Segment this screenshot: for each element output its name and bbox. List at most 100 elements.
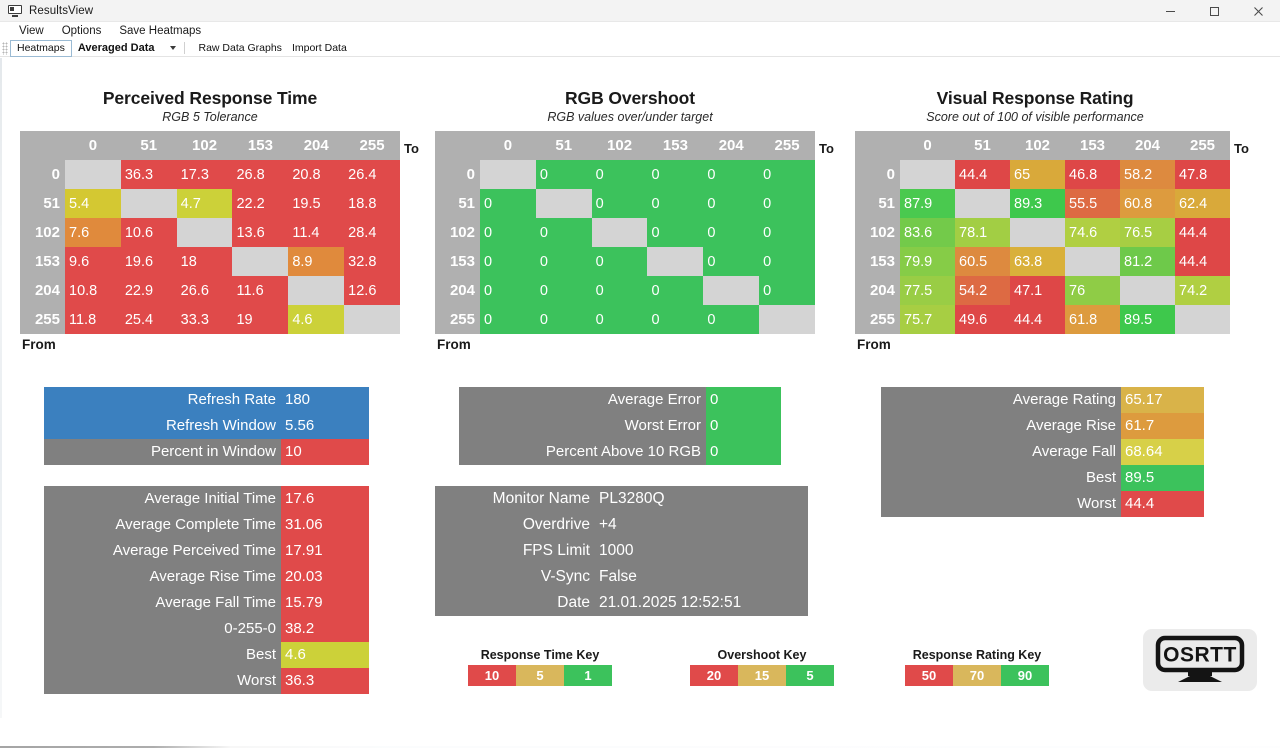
heatmap-col-header: 102	[592, 131, 648, 160]
heatmap-cell: 33.3	[177, 305, 233, 334]
chevron-down-icon	[170, 46, 176, 50]
heatmap-cell: 0	[536, 160, 592, 189]
panel-row-value: 31.06	[281, 512, 369, 538]
heatmap-cell: 18.8	[344, 189, 400, 218]
tab-heatmaps[interactable]: Heatmaps	[10, 40, 72, 57]
heatmap-cell: 9.6	[65, 247, 121, 276]
heatmap-cell: 18	[177, 247, 233, 276]
heatmap-cell: 60.8	[1120, 189, 1175, 218]
heatmap-row-header: 204	[435, 276, 480, 305]
heatmap-col-header: 153	[647, 131, 703, 160]
heatmap-cell: 87.9	[900, 189, 955, 218]
heatmap-to-label-1: To	[819, 141, 834, 156]
heatmap-cell-diagonal	[480, 160, 536, 189]
window-controls	[1148, 0, 1280, 22]
panel-row-label: Average Fall	[881, 439, 1121, 465]
heatmap-col-header: 255	[759, 131, 815, 160]
tab-import-data[interactable]: Import Data	[287, 41, 352, 55]
heatmap-row-header: 153	[855, 247, 900, 276]
panel-row-value: 20.03	[281, 564, 369, 590]
heatmap-cell: 49.6	[955, 305, 1010, 334]
panel-row-value: 38.2	[281, 616, 369, 642]
panel-row-value: 15.79	[281, 590, 369, 616]
dataset-dropdown-value: Averaged Data	[78, 42, 155, 54]
heatmap-cell: 0	[480, 305, 536, 334]
monitor-info-panel: Monitor NamePL3280QOverdrive+4FPS Limit1…	[435, 486, 808, 616]
heatmap-grid-visual-response-rating: 051102153204255044.46546.858.247.85187.9…	[855, 131, 1230, 334]
heatmap-cell: 19	[232, 305, 288, 334]
heatmap-cell: 0	[703, 160, 759, 189]
menu-item-save-heatmaps[interactable]: Save Heatmaps	[110, 24, 210, 38]
heatmap-to-label-2: To	[1234, 141, 1249, 156]
panel-row-label: Refresh Rate	[44, 387, 281, 413]
overshoot-key-swatches: 20155	[690, 665, 834, 686]
heatmap-cell: 44.4	[1010, 305, 1065, 334]
panel-row-label: Worst	[44, 668, 281, 694]
heatmap-cell: 0	[647, 160, 703, 189]
heatmap-cell: 11.6	[232, 276, 288, 305]
heatmap-cell: 0	[592, 160, 648, 189]
panel-row-value: 61.7	[1121, 413, 1204, 439]
window-title: ResultsView	[29, 5, 93, 17]
panel-row-value: 1000	[595, 538, 808, 564]
panel-row-value: 17.91	[281, 538, 369, 564]
maximize-button[interactable]	[1192, 0, 1236, 22]
key-swatch: 1	[564, 665, 612, 686]
heatmap-cell: 13.6	[232, 218, 288, 247]
heatmap-col-header: 51	[121, 131, 177, 160]
heatmap-row-header: 51	[855, 189, 900, 218]
panel-row-value: 4.6	[281, 642, 369, 668]
key-swatch: 20	[690, 665, 738, 686]
heatmap-row-header: 51	[20, 189, 65, 218]
panel-row-label: Average Error	[459, 387, 706, 413]
heatmap-col-header: 0	[900, 131, 955, 160]
tab-raw-data-graphs[interactable]: Raw Data Graphs	[193, 41, 286, 55]
heatmap-cell: 8.9	[288, 247, 344, 276]
close-button[interactable]	[1236, 0, 1280, 22]
heatmap-col-header: 255	[344, 131, 400, 160]
heatmap-cell: 0	[703, 189, 759, 218]
heatmap-cell: 10.8	[65, 276, 121, 305]
heatmap-row-header: 0	[20, 160, 65, 189]
panel-row-value: 10	[281, 439, 369, 465]
heatmap-cell-diagonal	[1065, 247, 1120, 276]
error-panel: Average Error0Worst Error0Percent Above …	[459, 387, 781, 465]
heatmap-corner	[855, 131, 900, 160]
heatmap-cell-diagonal	[647, 247, 703, 276]
panel-row-label: V-Sync	[435, 564, 595, 590]
heatmap-subtitle-1: RGB values over/under target	[420, 110, 840, 124]
heatmap-title-2: Visual Response Rating	[840, 88, 1230, 109]
heatmap-cell: 0	[759, 189, 815, 218]
heatmap-cell: 0	[480, 247, 536, 276]
heatmap-cell-diagonal	[177, 218, 233, 247]
minimize-button[interactable]	[1148, 0, 1192, 22]
panel-row-label: Average Rating	[881, 387, 1121, 413]
heatmap-cell: 81.2	[1120, 247, 1175, 276]
heatmap-cell: 55.5	[1065, 189, 1120, 218]
heatmap-wrap-0: 051102153204255036.317.326.820.826.4515.…	[20, 131, 400, 352]
heatmap-cell: 79.9	[900, 247, 955, 276]
panel-row-value: False	[595, 564, 808, 590]
panel-row-value: 36.3	[281, 668, 369, 694]
heatmap-row-header: 204	[855, 276, 900, 305]
heatmap-cell: 0	[647, 305, 703, 334]
heatmap-grid-perceived-response-time: 051102153204255036.317.326.820.826.4515.…	[20, 131, 400, 334]
heatmap-cell-diagonal	[955, 189, 1010, 218]
heatmap-cell: 19.6	[121, 247, 177, 276]
menu-item-view[interactable]: View	[10, 24, 53, 38]
panel-row-value: 21.01.2025 12:52:51	[595, 590, 808, 616]
heatmap-subtitle-2: Score out of 100 of visible performance	[840, 110, 1230, 124]
heatmap-cell: 0	[480, 189, 536, 218]
refresh-panel: Refresh Rate180Refresh Window5.56Percent…	[44, 387, 369, 465]
heatmap-cell-diagonal	[592, 218, 648, 247]
heatmap-cell: 0	[480, 276, 536, 305]
panel-row-value: 44.4	[1121, 491, 1204, 517]
menu-item-options[interactable]: Options	[53, 24, 111, 38]
panel-row-label: Worst	[881, 491, 1121, 517]
dataset-dropdown[interactable]: Averaged Data	[78, 42, 177, 54]
heatmap-cell: 60.5	[955, 247, 1010, 276]
toolbar-grip-icon[interactable]	[2, 42, 8, 55]
heatmap-cell: 54.2	[955, 276, 1010, 305]
heatmap-cell: 36.3	[121, 160, 177, 189]
heatmap-cell: 17.3	[177, 160, 233, 189]
